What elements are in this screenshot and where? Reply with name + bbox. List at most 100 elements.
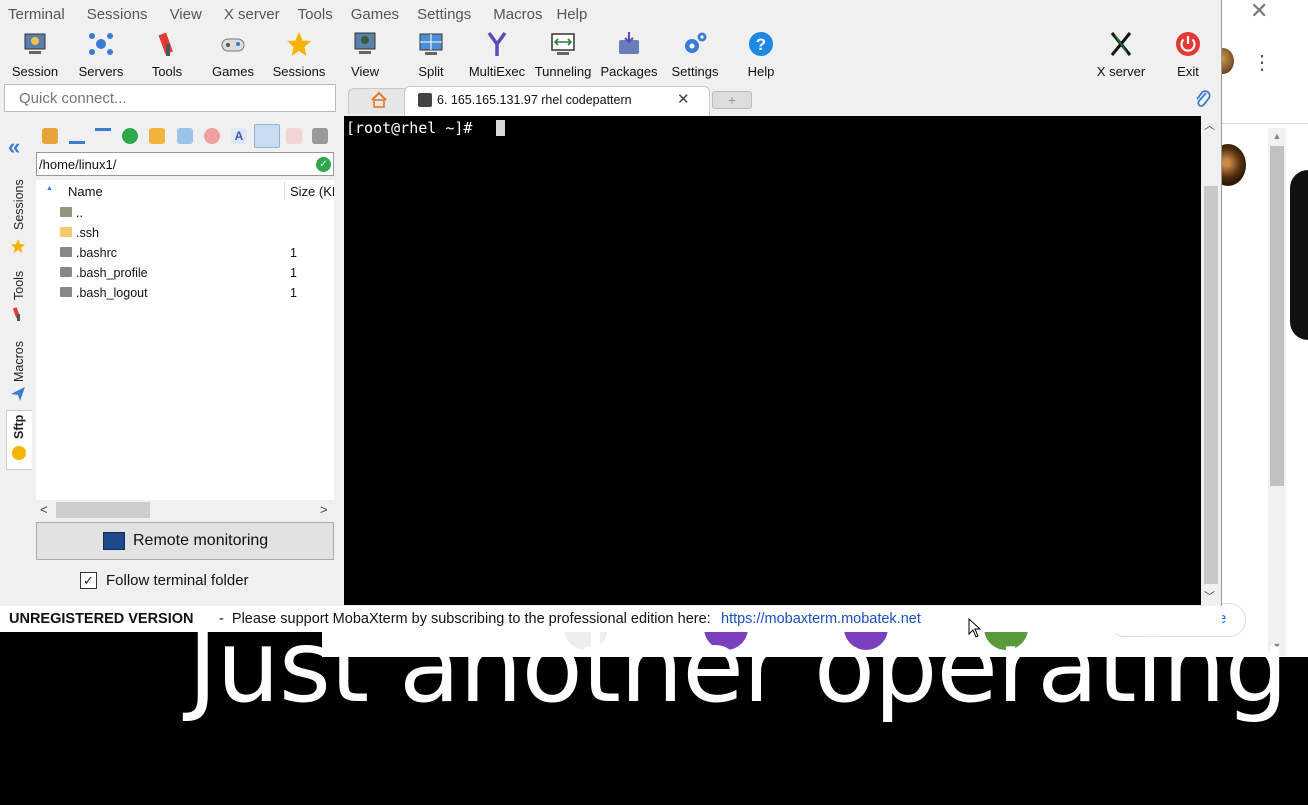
- close-tab-icon[interactable]: ✕: [677, 90, 690, 108]
- follow-terminal-folder-checkbox[interactable]: ✓: [80, 572, 97, 589]
- quick-connect-input[interactable]: [4, 84, 336, 112]
- send-icon: [11, 387, 25, 401]
- column-header-size[interactable]: Size (KB): [290, 184, 334, 199]
- scroll-up-icon[interactable]: ︿: [1204, 117, 1215, 133]
- view-button[interactable]: View: [332, 28, 398, 80]
- split-button[interactable]: Split: [398, 28, 464, 80]
- sftp-icon: [12, 446, 26, 460]
- power-icon: [1176, 32, 1200, 56]
- path-ok-icon[interactable]: ✓: [316, 157, 331, 172]
- tunneling-button[interactable]: Tunneling: [530, 28, 596, 80]
- side-tab-tools[interactable]: Tools: [6, 262, 32, 328]
- servers-icon: [89, 33, 113, 55]
- scroll-thumb[interactable]: [56, 502, 150, 518]
- search-icon[interactable]: [286, 128, 302, 144]
- view-icon: [354, 32, 376, 54]
- xserver-button[interactable]: X server: [1088, 28, 1154, 80]
- new-file-icon[interactable]: [177, 128, 193, 144]
- sessions-button[interactable]: Sessions: [266, 28, 332, 80]
- split-icon: [419, 33, 443, 55]
- parent-folder-icon[interactable]: [42, 128, 58, 144]
- file-row[interactable]: .bash_profile 1: [36, 263, 334, 283]
- menu-terminal[interactable]: Terminal: [8, 6, 65, 23]
- scroll-down-icon[interactable]: ﹀: [1204, 588, 1215, 604]
- permissions-icon[interactable]: [254, 124, 280, 148]
- browser-scroll-thumb[interactable]: [1270, 146, 1284, 486]
- tools-icon: [158, 32, 173, 56]
- menu-macros[interactable]: Macros: [493, 6, 542, 23]
- paperclip-icon[interactable]: [1194, 88, 1212, 110]
- file-row[interactable]: ..: [36, 203, 334, 223]
- file-list-horizontal-scrollbar[interactable]: < >: [36, 500, 334, 520]
- browser-toolbar-divider: [1222, 123, 1308, 124]
- multiexec-icon: [487, 31, 507, 56]
- file-row[interactable]: .ssh: [36, 223, 334, 243]
- tools-button[interactable]: Tools: [134, 28, 200, 80]
- help-icon: ?: [749, 32, 773, 56]
- terminal-icon[interactable]: [312, 128, 328, 144]
- scroll-right-icon[interactable]: >: [320, 502, 328, 517]
- tunneling-icon: [551, 33, 575, 55]
- side-tab-macros[interactable]: Macros: [6, 334, 32, 404]
- menu-games[interactable]: Games: [351, 6, 399, 23]
- gamepad-icon: [221, 38, 245, 52]
- scroll-left-icon[interactable]: <: [40, 502, 48, 517]
- collapse-sidebar-icon[interactable]: «: [8, 134, 20, 160]
- monitor-icon: [103, 532, 125, 550]
- multiexec-button[interactable]: MultiExec: [464, 28, 530, 80]
- tab-ssh-session-label: 6. 165.165.131.97 rhel codepattern: [437, 93, 632, 107]
- browser-scroll-up-icon[interactable]: ▲: [1268, 128, 1286, 144]
- mobatek-link[interactable]: https://mobaxterm.mobatek.net: [721, 611, 921, 627]
- menu-settings[interactable]: Settings: [417, 6, 471, 23]
- side-tab-sftp[interactable]: Sftp: [6, 410, 32, 470]
- unregistered-label: UNREGISTERED VERSION: [9, 611, 194, 627]
- terminal-prompt: [root@rhel ~]#: [346, 119, 482, 137]
- sort-ascending-icon[interactable]: ▲: [46, 185, 53, 192]
- help-button[interactable]: ? Help: [728, 28, 794, 80]
- menu-view[interactable]: View: [170, 6, 202, 23]
- menu-help[interactable]: Help: [556, 6, 587, 23]
- file-row[interactable]: .bash_logout 1: [36, 283, 334, 303]
- menu-tools[interactable]: Tools: [298, 6, 333, 23]
- menu-sessions[interactable]: Sessions: [87, 6, 148, 23]
- exit-button[interactable]: Exit: [1155, 28, 1221, 80]
- column-header-name[interactable]: Name: [68, 184, 103, 199]
- mouse-pointer-icon: [968, 618, 982, 638]
- servers-button[interactable]: Servers: [68, 28, 134, 80]
- packages-button[interactable]: Packages: [596, 28, 662, 80]
- follow-terminal-folder-label[interactable]: Follow terminal folder: [106, 572, 249, 589]
- browser-close-icon[interactable]: ✕: [1250, 0, 1268, 24]
- star-icon: [287, 32, 311, 56]
- menu-bar: Terminal Sessions View X server Tools Ga…: [0, 0, 1222, 28]
- status-bar: UNREGISTERED VERSION - Please support Mo…: [0, 606, 1222, 632]
- delete-icon[interactable]: [204, 128, 220, 144]
- support-message: - Please support MobaXterm by subscribin…: [215, 611, 711, 627]
- rename-icon[interactable]: A: [231, 128, 247, 144]
- tools-icon: [12, 307, 20, 321]
- settings-button[interactable]: Settings: [662, 28, 728, 80]
- menu-xserver[interactable]: X server: [224, 6, 280, 23]
- upload-icon[interactable]: [95, 128, 111, 144]
- terminal-area[interactable]: [root@rhel ~]#: [344, 116, 1201, 605]
- refresh-icon[interactable]: [122, 128, 138, 144]
- browser-menu-icon[interactable]: ⋮: [1252, 50, 1272, 76]
- terminal-scroll-thumb[interactable]: [1204, 186, 1218, 584]
- new-tab-button[interactable]: +: [712, 91, 752, 109]
- file-list-header: ▲ Name Size (KB): [36, 180, 334, 202]
- sftp-path-input[interactable]: [36, 152, 334, 176]
- session-button[interactable]: Session: [2, 28, 68, 80]
- file-icon: [60, 287, 72, 297]
- remote-monitoring-button[interactable]: Remote monitoring: [36, 522, 334, 560]
- screen: ✕ ⋮ ▲ ▼ e Just another operating s Termi…: [0, 0, 1308, 805]
- gear-icon: [685, 32, 707, 53]
- file-row[interactable]: .bashrc 1: [36, 243, 334, 263]
- main-toolbar: Session Servers Tools Games Sessions Vie…: [0, 28, 1222, 80]
- packages-icon: [619, 32, 639, 54]
- new-folder-icon[interactable]: [149, 128, 165, 144]
- download-icon[interactable]: [69, 128, 85, 144]
- side-tab-sessions[interactable]: Sessions: [6, 170, 32, 260]
- session-icon: [24, 33, 46, 54]
- games-button[interactable]: Games: [200, 28, 266, 80]
- column-divider[interactable]: [284, 182, 285, 200]
- star-icon: [11, 239, 25, 253]
